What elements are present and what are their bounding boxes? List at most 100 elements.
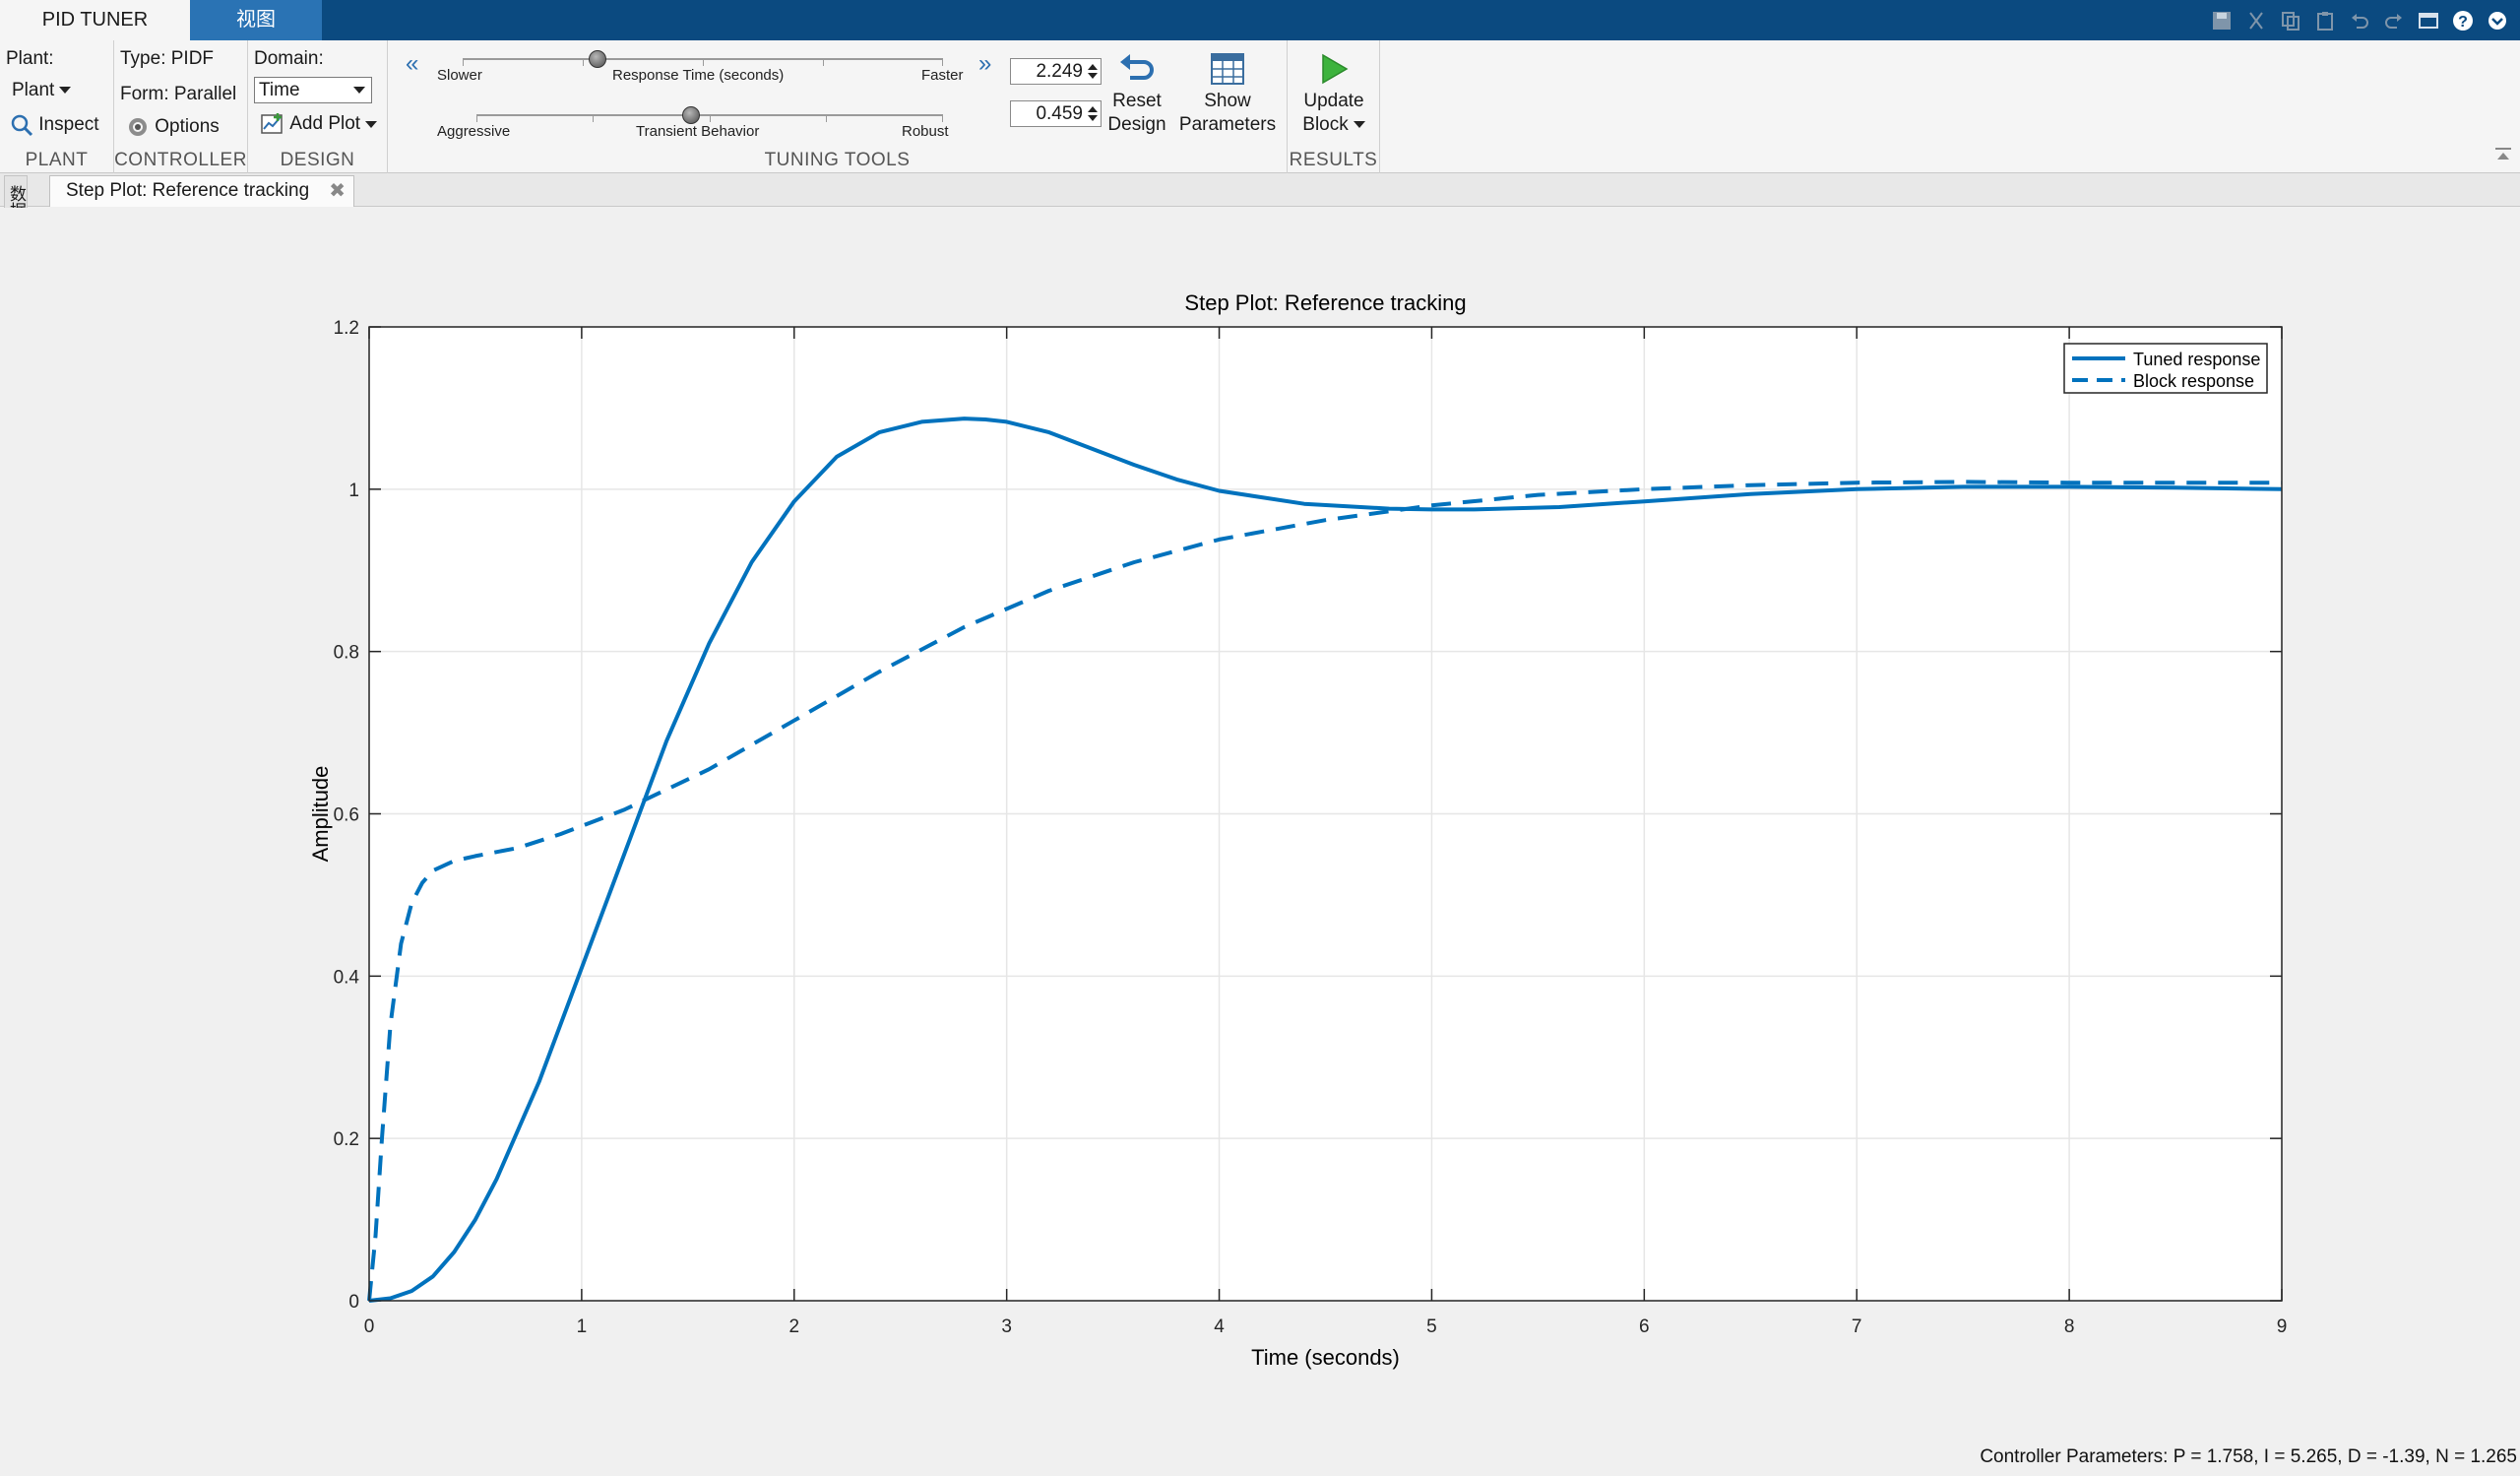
cut-icon[interactable] [2240, 5, 2271, 35]
quick-access-toolbar: ? [2206, 5, 2512, 35]
transient-behavior-slider-knob[interactable] [682, 106, 701, 124]
reset-design-button[interactable]: Reset Design [1101, 52, 1173, 137]
slider-tick [826, 115, 827, 122]
y-tick-label: 0.4 [334, 967, 360, 988]
domain-label: Domain: [254, 48, 324, 69]
plant-dropdown-value: Plant [12, 80, 55, 100]
help-icon[interactable]: ? [2447, 5, 2478, 35]
spinner-down-icon[interactable] [1088, 73, 1098, 79]
close-icon[interactable]: ✖ [329, 176, 346, 206]
switch-windows-icon[interactable] [2413, 5, 2443, 35]
collapse-arrow-icon[interactable] [2482, 5, 2512, 35]
add-plot-icon [261, 113, 283, 134]
slower-arrows-icon[interactable]: « [406, 50, 418, 78]
y-tick-label: 0.8 [334, 643, 359, 664]
y-tick-label: 0.6 [334, 805, 359, 826]
play-triangle-icon [1322, 53, 1349, 85]
controller-section-label: CONTROLLER [114, 150, 247, 170]
response-time-label: Response Time (seconds) [612, 67, 785, 84]
x-tick-label: 4 [1214, 1316, 1225, 1337]
tab-view[interactable]: 视图 [190, 0, 322, 40]
spinner-up-icon[interactable] [1088, 106, 1098, 112]
slider-tick [942, 59, 943, 66]
tab-pid-tuner[interactable]: PID TUNER [0, 0, 190, 40]
slider-tick [710, 115, 711, 122]
svg-text:?: ? [2458, 14, 2468, 31]
update-block-line2: Block [1302, 114, 1349, 135]
slider-tick [476, 115, 477, 122]
slider-tick [942, 115, 943, 122]
plant-section-label: PLANT [25, 150, 89, 170]
redo-icon[interactable] [2378, 5, 2409, 35]
magnifier-icon [11, 114, 33, 137]
chart-title: Step Plot: Reference tracking [1184, 290, 1466, 315]
tuning-tools-section-label: TUNING TOOLS [764, 150, 911, 170]
slider-tick [703, 59, 704, 66]
results-section: Update Block RESULTS [1288, 40, 1380, 173]
plant-section: Plant: Plant Inspect PLANT [0, 40, 114, 173]
spinner-down-icon[interactable] [1088, 115, 1098, 121]
parameters-table-icon [1211, 53, 1244, 85]
chevron-down-icon [365, 120, 378, 128]
collapse-toolstrip-icon[interactable] [2494, 146, 2512, 166]
options-button[interactable]: Options [126, 115, 220, 139]
show-parameters-button[interactable]: Show Parameters [1173, 52, 1282, 137]
app-tab-strip: PID TUNER 视图 ? [0, 0, 2520, 40]
y-tick-label: 0.2 [334, 1129, 359, 1150]
slider-tick [823, 59, 824, 66]
y-axis-label: Amplitude [308, 766, 333, 863]
slower-label: Slower [437, 67, 482, 84]
step-plot-chart[interactable]: 0 1 2 3 4 5 6 7 8 9 0 0.2 0.4 0.6 0.8 1 1.2 Step Plot: Re… [0, 208, 2520, 1471]
slider-tick [593, 115, 594, 122]
document-tab-bar: Step Plot: Reference tracking ✖ [0, 173, 2520, 207]
plot-area: 0 1 2 3 4 5 6 7 8 9 0 0.2 0.4 0.6 0.8 1 1.2 Step Plot: Re… [0, 208, 2520, 1471]
slider-tick [463, 59, 464, 66]
save-icon[interactable] [2206, 5, 2236, 35]
aggressive-label: Aggressive [437, 123, 511, 140]
paste-icon[interactable] [2309, 5, 2340, 35]
x-tick-label: 3 [1001, 1316, 1012, 1337]
faster-arrows-icon[interactable]: » [978, 50, 991, 78]
reset-design-line1: Reset [1112, 91, 1162, 111]
slider-tick [583, 59, 584, 66]
controller-form: Form: Parallel [120, 84, 237, 104]
legend-entry-label: Block response [2133, 371, 2254, 391]
transient-behavior-spinner[interactable]: 0.459 [1010, 100, 1102, 127]
design-section: Domain: DESIGN Add Plot [248, 40, 388, 173]
show-parameters-line1: Show [1204, 91, 1251, 111]
inspect-button[interactable]: Inspect [10, 113, 99, 137]
update-block-button[interactable]: Update Block [1290, 52, 1378, 137]
transient-behavior-label: Transient Behavior [636, 123, 760, 140]
chevron-down-icon [1353, 121, 1365, 129]
x-tick-label: 7 [1852, 1316, 1862, 1337]
plant-dropdown[interactable]: Plant [12, 80, 72, 101]
spinner-up-icon[interactable] [1088, 64, 1098, 70]
domain-select[interactable]: Time [254, 77, 372, 103]
domain-select-value: Time [259, 80, 300, 100]
show-parameters-line2: Parameters [1178, 114, 1277, 135]
inspect-label: Inspect [38, 114, 99, 136]
controller-section: Type: PIDF Form: Parallel Options CONTRO… [114, 40, 248, 173]
x-axis-label: Time (seconds) [1251, 1345, 1400, 1370]
response-time-slider-knob[interactable] [588, 50, 606, 68]
document-tab[interactable]: Step Plot: Reference tracking ✖ [49, 175, 354, 207]
undo-icon[interactable] [2344, 5, 2374, 35]
robust-label: Robust [902, 123, 949, 140]
add-plot-label: Add Plot [289, 113, 361, 135]
tuning-tools-section: « » Slower Response Time (seconds) Faste… [388, 40, 1288, 173]
x-tick-label: 2 [788, 1316, 799, 1337]
controller-parameters-status: Controller Parameters: P = 1.758, I = 5.… [1980, 1446, 2517, 1467]
update-block-line1: Update [1303, 91, 1364, 111]
response-time-value: 2.249 [1036, 61, 1083, 82]
design-section-label: DESIGN [280, 150, 355, 170]
gear-icon [129, 118, 147, 136]
chevron-down-icon [353, 87, 365, 94]
add-plot-button[interactable]: Add Plot [260, 111, 378, 137]
legend-entry-label: Tuned response [2133, 350, 2260, 369]
response-time-spinner[interactable]: 2.249 [1010, 58, 1102, 85]
y-tick-label: 0 [348, 1292, 359, 1313]
y-tick-label: 1 [348, 481, 359, 501]
y-tick-label: 1.2 [334, 318, 359, 339]
document-tab-label: Step Plot: Reference tracking [66, 180, 310, 201]
copy-icon[interactable] [2275, 5, 2305, 35]
